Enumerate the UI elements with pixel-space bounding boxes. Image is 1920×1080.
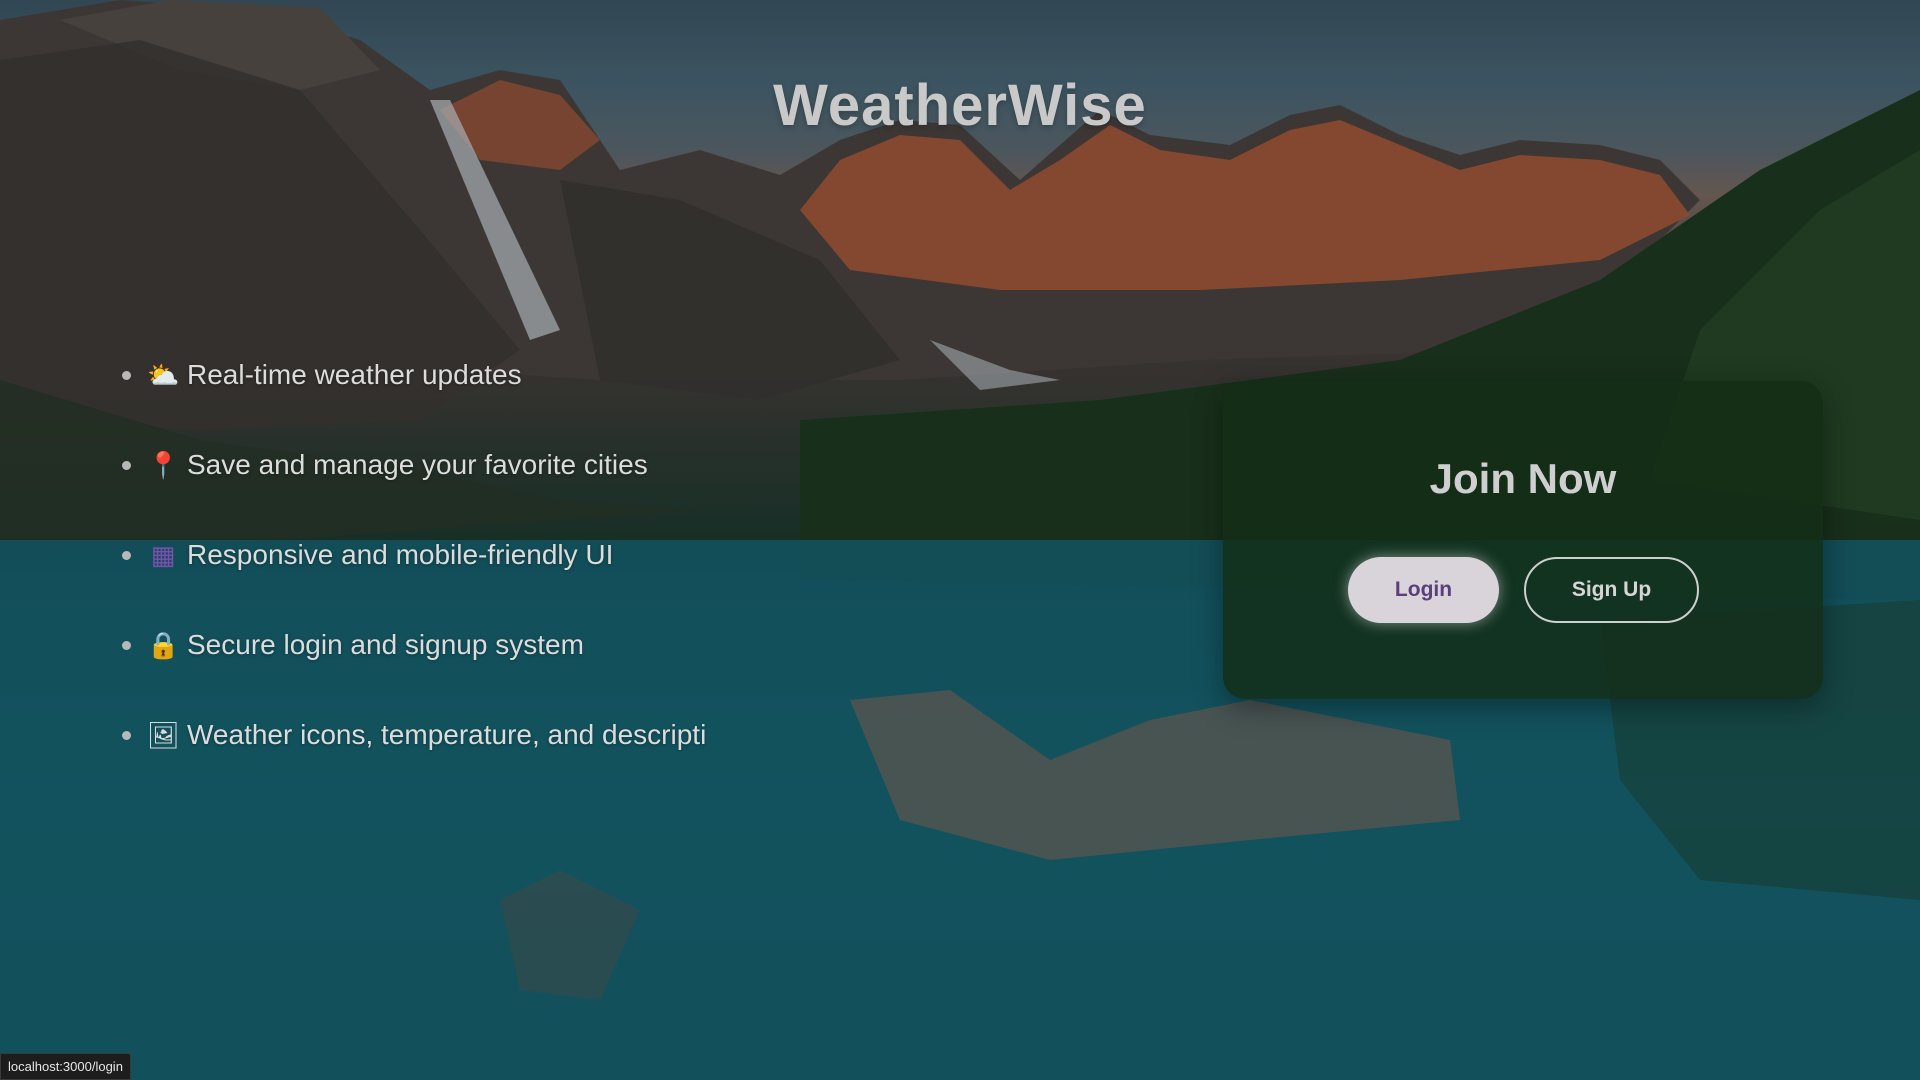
login-page: WeatherWise ⛅ Real-time weather updates …	[0, 0, 1920, 1080]
feature-item: 🖼 Weather icons, temperature, and descri…	[122, 690, 747, 780]
browser-status-url: localhost:3000/login	[0, 1053, 131, 1080]
signup-button[interactable]: Sign Up	[1524, 557, 1699, 623]
cloud-sun-icon: ⛅	[147, 359, 180, 390]
feature-list: ⛅ Real-time weather updates 📍 Save and m…	[122, 330, 747, 780]
grid-icon: ▦	[150, 539, 176, 570]
login-button[interactable]: Login	[1348, 557, 1499, 623]
feature-text: Real-time weather updates	[187, 359, 522, 390]
feature-text: Save and manage your favorite cities	[187, 449, 648, 480]
join-title: Join Now	[1429, 455, 1617, 502]
feature-item: ▦ Responsive and mobile-friendly UI	[122, 510, 747, 600]
app-title: WeatherWise	[773, 73, 1147, 138]
feature-item: ⛅ Real-time weather updates	[122, 330, 747, 420]
feature-item: 📍 Save and manage your favorite cities	[122, 420, 747, 510]
feature-item: 🔒 Secure login and signup system	[122, 600, 747, 690]
feature-text: Responsive and mobile-friendly UI	[187, 539, 614, 570]
join-card: Join Now Login Sign Up	[1223, 381, 1823, 699]
feature-text: Weather icons, temperature, and descript…	[187, 719, 707, 750]
lock-icon: 🔒	[147, 629, 180, 660]
pin-icon: 📍	[147, 449, 180, 480]
feature-text: Secure login and signup system	[187, 629, 584, 660]
picture-icon: 🖼	[147, 719, 181, 750]
